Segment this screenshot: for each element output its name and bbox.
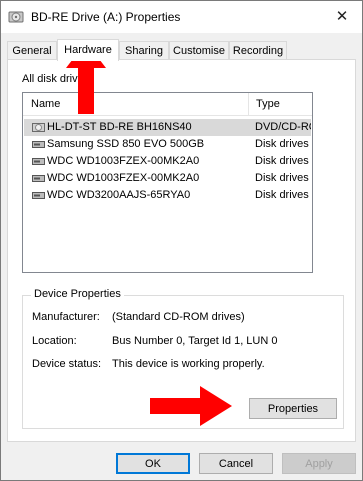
list-item[interactable]: WDC WD1003FZEX-00MK2A0 Disk drives — [24, 170, 311, 187]
manufacturer-label: Manufacturer: — [32, 311, 100, 323]
disk-drive-icon — [32, 141, 45, 148]
ok-button[interactable]: OK — [116, 453, 190, 474]
tab-hardware[interactable]: Hardware — [57, 39, 119, 61]
tab-general[interactable]: General — [7, 41, 57, 60]
device-status-label: Device status: — [32, 358, 102, 370]
device-name: WDC WD1003FZEX-00MK2A0 — [47, 172, 200, 184]
device-name: Samsung SSD 850 EVO 500GB — [47, 138, 205, 150]
optical-drive-icon — [8, 11, 24, 23]
column-divider[interactable] — [248, 93, 249, 115]
title-bar: BD-RE Drive (A:) Properties ✕ — [1, 1, 362, 33]
device-status-value: This device is working properly. — [112, 358, 265, 370]
apply-button: Apply — [282, 453, 356, 474]
column-header-type[interactable]: Type — [256, 98, 280, 110]
location-label: Location: — [32, 335, 77, 347]
tab-sharing[interactable]: Sharing — [119, 41, 169, 60]
disk-drive-icon — [32, 192, 45, 199]
device-type: Disk drives — [255, 155, 309, 167]
tab-customise[interactable]: Customise — [169, 41, 229, 60]
device-name: HL-DT-ST BD-RE BH16NS40 — [47, 121, 192, 133]
device-type: Disk drives — [255, 138, 309, 150]
tab-recording[interactable]: Recording — [229, 41, 287, 60]
device-type: Disk drives — [255, 189, 309, 201]
device-name: WDC WD3200AAJS-65RYA0 — [47, 189, 191, 201]
optical-drive-icon — [32, 123, 45, 132]
location-value: Bus Number 0, Target Id 1, LUN 0 — [112, 335, 278, 347]
list-item[interactable]: Samsung SSD 850 EVO 500GB Disk drives — [24, 136, 311, 153]
hardware-tab-panel: All disk drives: Name Type HL-DT-ST BD-R… — [7, 59, 356, 442]
list-item[interactable]: WDC WD3200AAJS-65RYA0 Disk drives — [24, 187, 311, 204]
list-item[interactable]: HL-DT-ST BD-RE BH16NS40 DVD/CD-ROM drive… — [24, 119, 311, 136]
device-type: Disk drives — [255, 172, 309, 184]
device-list[interactable]: Name Type HL-DT-ST BD-RE BH16NS40 DVD/CD… — [22, 92, 313, 273]
device-type: DVD/CD-ROM drives — [255, 121, 311, 133]
disk-drive-icon — [32, 158, 45, 165]
device-properties-legend: Device Properties — [31, 288, 124, 300]
window-title: BD-RE Drive (A:) Properties — [31, 10, 181, 24]
list-item[interactable]: WDC WD1003FZEX-00MK2A0 Disk drives — [24, 153, 311, 170]
column-header-name[interactable]: Name — [31, 98, 60, 110]
manufacturer-value: (Standard CD-ROM drives) — [112, 311, 245, 323]
cancel-button[interactable]: Cancel — [199, 453, 273, 474]
close-button[interactable]: ✕ — [322, 1, 362, 33]
properties-button[interactable]: Properties — [249, 398, 337, 419]
disk-drive-icon — [32, 175, 45, 182]
device-name: WDC WD1003FZEX-00MK2A0 — [47, 155, 200, 167]
right-arrow-annotation — [150, 386, 232, 426]
